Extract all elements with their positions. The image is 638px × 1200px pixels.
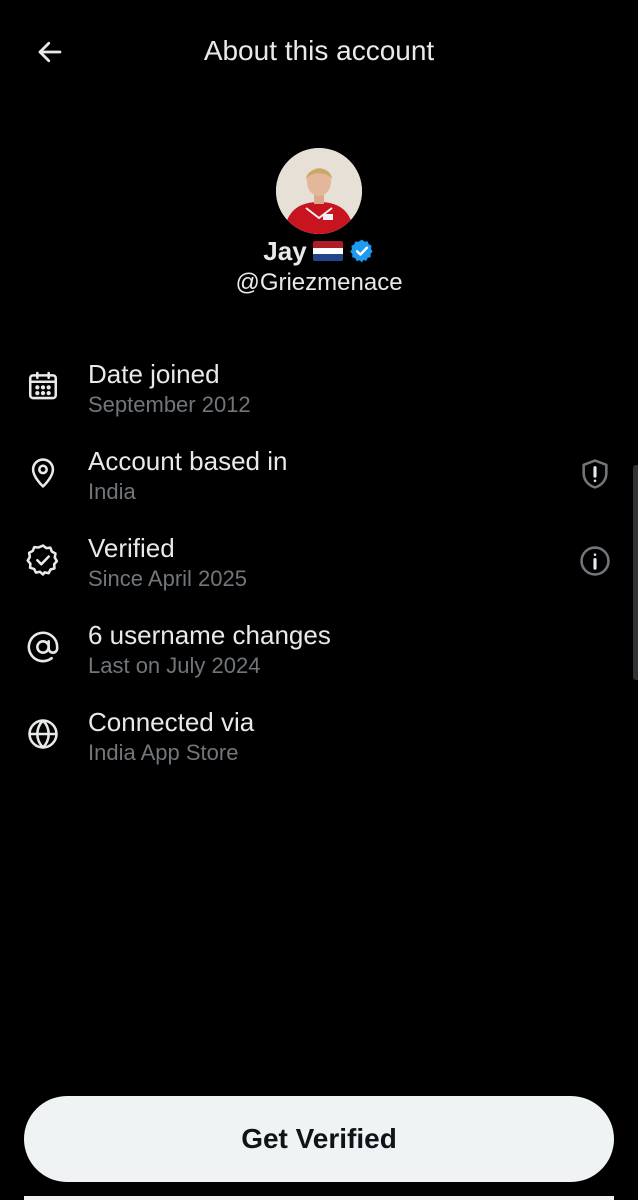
info-icon[interactable]	[578, 544, 612, 578]
calendar-icon	[28, 371, 58, 400]
page-title: About this account	[203, 35, 435, 66]
shield-alert-icon[interactable]	[578, 457, 612, 491]
avatar[interactable]	[276, 148, 362, 234]
profile-summary: Jay @Griezmenace	[0, 148, 638, 297]
display-name: Jay	[263, 235, 307, 266]
netherlands-flag-icon	[312, 241, 343, 261]
info-row-date-joined: Date joined September 2012	[0, 356, 638, 443]
info-row-account-based-in: Account based in India	[0, 443, 638, 530]
info-value: September 2012	[88, 392, 251, 417]
scrollbar[interactable]	[633, 465, 638, 680]
location-pin-icon	[31, 458, 55, 488]
profile-photo	[276, 148, 362, 234]
info-label: Verified	[88, 533, 175, 563]
verified-badge-icon	[349, 239, 373, 263]
info-label: Date joined	[88, 359, 220, 389]
info-value: India	[88, 479, 136, 504]
username-handle: @Griezmenace	[235, 269, 403, 296]
globe-icon	[28, 719, 58, 749]
account-info-list: Date joined September 2012 Account based…	[0, 356, 638, 791]
bottom-divider	[24, 1196, 614, 1200]
info-value: Last on July 2024	[88, 653, 261, 678]
info-row-connected-via: Connected via India App Store	[0, 704, 638, 791]
verified-check-icon	[26, 544, 59, 576]
info-row-username-changes: 6 username changes Last on July 2024	[0, 617, 638, 704]
name-row: Jay	[0, 236, 638, 266]
get-verified-button[interactable]: Get Verified	[24, 1096, 614, 1182]
info-label: 6 username changes	[88, 620, 331, 650]
at-sign-icon	[27, 631, 59, 663]
info-value: Since April 2025	[88, 566, 247, 591]
info-value: India App Store	[88, 740, 239, 765]
info-label: Connected via	[88, 707, 255, 737]
top-bar: About this account	[0, 0, 638, 100]
info-row-verified: Verified Since April 2025	[0, 530, 638, 617]
info-label: Account based in	[88, 446, 288, 476]
